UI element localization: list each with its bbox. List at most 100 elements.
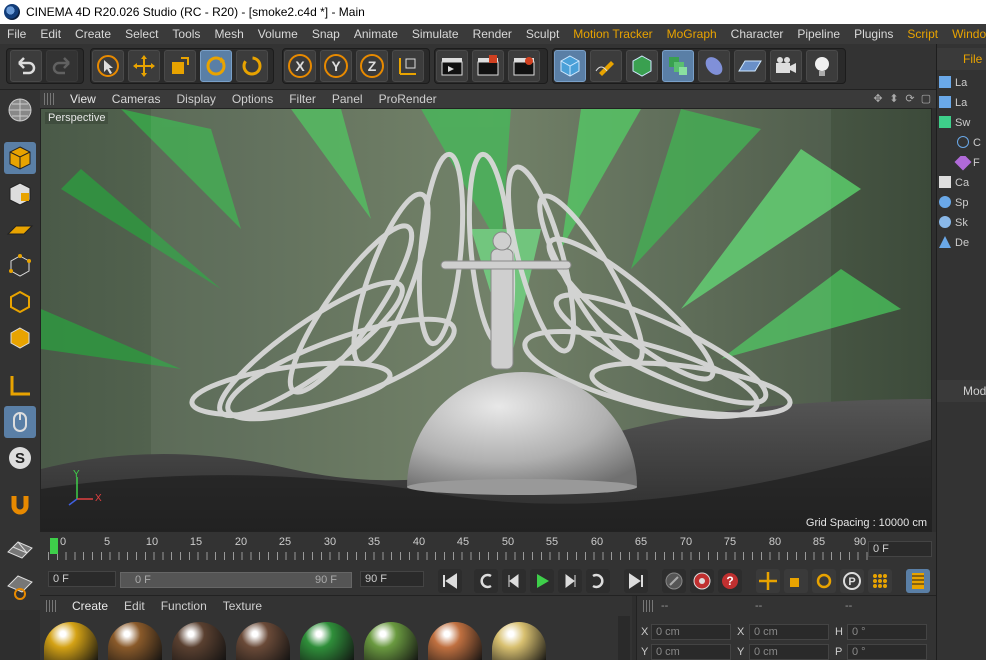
model-mode-button[interactable]	[4, 142, 36, 174]
menu-mograph[interactable]: MoGraph	[660, 27, 724, 41]
render-view-button[interactable]	[436, 50, 468, 82]
workplane-grid-button[interactable]	[4, 534, 36, 566]
polygons-mode-button[interactable]	[4, 322, 36, 354]
previous-key-button[interactable]	[474, 569, 498, 593]
z-axis-lock-button[interactable]: Z	[356, 50, 388, 82]
keyframe-selection-button[interactable]: ?	[718, 569, 742, 593]
object-row[interactable]: Ca	[939, 176, 986, 194]
render-picture-viewer-button[interactable]	[472, 50, 504, 82]
size-x-field[interactable]: 0 cm	[749, 624, 829, 640]
zoom-view-icon[interactable]: ⬍	[888, 93, 900, 105]
material-menu-texture[interactable]: Texture	[215, 599, 270, 613]
menu-sculpt[interactable]: Sculpt	[519, 27, 566, 41]
coordinates-panel-grip-icon[interactable]	[643, 600, 653, 612]
make-editable-button[interactable]	[4, 94, 36, 126]
go-to-start-button[interactable]	[438, 569, 462, 593]
material-swatch[interactable]	[44, 622, 98, 660]
object-row[interactable]: La	[939, 76, 986, 94]
menu-tools[interactable]: Tools	[165, 27, 207, 41]
menu-script[interactable]: Script	[900, 27, 945, 41]
tweak-mode-button[interactable]	[4, 406, 36, 438]
menu-plugins[interactable]: Plugins	[847, 27, 900, 41]
menu-edit[interactable]: Edit	[33, 27, 68, 41]
previous-frame-button[interactable]	[502, 569, 526, 593]
material-scrollbar[interactable]	[618, 616, 630, 660]
menu-character[interactable]: Character	[724, 27, 791, 41]
pen-spline-button[interactable]	[590, 50, 622, 82]
preview-range-slider[interactable]: 0 F 90 F	[120, 572, 352, 588]
coordinate-system-button[interactable]	[392, 50, 424, 82]
menu-pipeline[interactable]: Pipeline	[790, 27, 847, 41]
points-mode-button[interactable]	[4, 250, 36, 282]
perspective-viewport[interactable]: Perspective Y X Grid Spacing : 10000 cm	[40, 108, 932, 532]
texture-mode-button[interactable]	[4, 178, 36, 210]
object-manager-tab[interactable]: File	[937, 48, 986, 70]
rotation-p-field[interactable]: 0 °	[847, 644, 927, 660]
rotation-h-field[interactable]: 0 °	[847, 624, 927, 640]
viewport-menu-cameras[interactable]: Cameras	[104, 92, 169, 106]
menu-create[interactable]: Create	[68, 27, 118, 41]
material-swatch[interactable]	[172, 622, 226, 660]
size-y-field[interactable]: 0 cm	[749, 644, 829, 660]
pan-view-icon[interactable]: ✥	[872, 93, 884, 105]
render-settings-button[interactable]	[508, 50, 540, 82]
scale-key-button[interactable]	[784, 569, 808, 593]
live-selection-button[interactable]	[92, 50, 124, 82]
next-frame-button[interactable]	[558, 569, 582, 593]
attributes-mode-menu[interactable]: Mod	[963, 384, 986, 398]
material-panel-grip-icon[interactable]	[46, 600, 56, 612]
redo-button[interactable]	[46, 50, 78, 82]
viewport-menu-filter[interactable]: Filter	[281, 92, 324, 106]
position-y-field[interactable]: 0 cm	[651, 644, 731, 660]
floor-button[interactable]	[734, 50, 766, 82]
menu-select[interactable]: Select	[118, 27, 165, 41]
viewport-menu-options[interactable]: Options	[224, 92, 281, 106]
maximize-view-icon[interactable]: ▢	[920, 93, 932, 105]
deformer-button[interactable]	[698, 50, 730, 82]
position-x-field[interactable]: 0 cm	[651, 624, 731, 640]
menu-mesh[interactable]: Mesh	[207, 27, 250, 41]
timeline-window-button[interactable]	[906, 569, 930, 593]
viewport-menu-view[interactable]: View	[62, 92, 104, 106]
object-manager-file-menu[interactable]: File	[963, 52, 982, 66]
camera-label[interactable]: Perspective	[45, 112, 109, 124]
y-axis-lock-button[interactable]: Y	[320, 50, 352, 82]
rotate-tool-button[interactable]	[200, 50, 232, 82]
rotate-view-icon[interactable]: ⟳	[904, 93, 916, 105]
material-swatch[interactable]	[236, 622, 290, 660]
material-swatch[interactable]	[300, 622, 354, 660]
panel-grip-icon[interactable]	[44, 93, 54, 105]
object-row[interactable]: De	[939, 236, 986, 254]
record-active-objects-button[interactable]	[662, 569, 686, 593]
autokeying-button[interactable]	[690, 569, 714, 593]
magnet-tool-button[interactable]	[4, 488, 36, 520]
workplane-mode-button[interactable]	[4, 214, 36, 246]
current-frame-field[interactable]: 0 F	[868, 541, 932, 557]
object-row[interactable]: C	[939, 136, 986, 154]
point-level-animation-button[interactable]	[868, 569, 892, 593]
move-tool-button[interactable]	[128, 50, 160, 82]
edges-mode-button[interactable]	[4, 286, 36, 318]
viewport-menu-display[interactable]: Display	[168, 92, 223, 106]
object-row[interactable]: Sw	[939, 116, 986, 134]
start-frame-field[interactable]: 0 F	[48, 571, 116, 587]
undo-button[interactable]	[10, 50, 42, 82]
material-swatch[interactable]	[108, 622, 162, 660]
light-button[interactable]	[806, 50, 838, 82]
position-key-button[interactable]	[756, 569, 780, 593]
menu-simulate[interactable]: Simulate	[405, 27, 466, 41]
material-swatch[interactable]	[364, 622, 418, 660]
timeline-ruler[interactable]: 0 5 10 15 20 25 30 35 40 45 50 55 60 65 …	[48, 536, 868, 562]
material-menu-edit[interactable]: Edit	[116, 599, 153, 613]
menu-snap[interactable]: Snap	[305, 27, 347, 41]
menu-file[interactable]: File	[0, 27, 33, 41]
menu-volume[interactable]: Volume	[251, 27, 305, 41]
menu-window[interactable]: Window	[945, 27, 986, 41]
viewport-menu-prorender[interactable]: ProRender	[371, 92, 445, 106]
camera-button[interactable]	[770, 50, 802, 82]
menu-animate[interactable]: Animate	[347, 27, 405, 41]
next-key-button[interactable]	[586, 569, 610, 593]
menu-motion-tracker[interactable]: Motion Tracker	[566, 27, 659, 41]
parameter-key-button[interactable]: P	[840, 569, 864, 593]
viewport-menu-panel[interactable]: Panel	[324, 92, 371, 106]
